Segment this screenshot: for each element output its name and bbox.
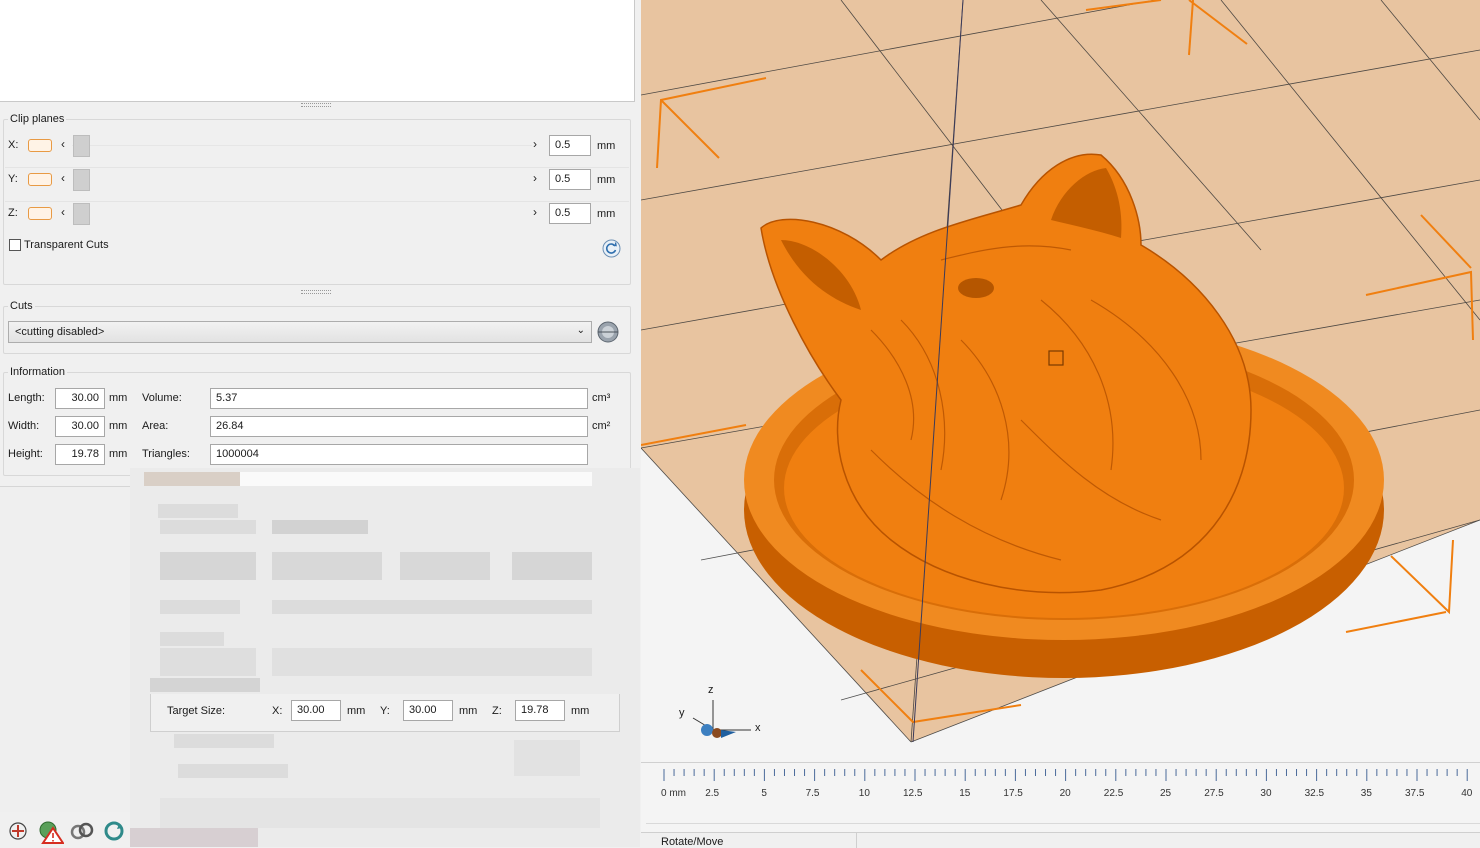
ruler-baseline [646, 823, 1480, 824]
ruler-label: 20 [1059, 788, 1071, 799]
target-y-label: Y: [380, 705, 390, 717]
axis-y-label: y [679, 707, 685, 719]
transparent-cuts-checkbox[interactable] [9, 239, 21, 251]
ruler-label: 32.5 [1304, 788, 1325, 799]
clip-z-unit: mm [597, 208, 616, 220]
clip-planes-title: Clip planes [8, 113, 67, 125]
height-unit: mm [109, 448, 128, 460]
clip-y-unit: mm [597, 174, 616, 186]
area-unit: cm² [592, 420, 611, 432]
target-x-label: X: [272, 705, 283, 717]
axis-z-label: z [708, 684, 714, 696]
length-unit: mm [109, 392, 128, 404]
information-title: Information [8, 366, 68, 378]
ruler: 0 mm 2.5 5 7.5 10 12.5 15 17.5 20 22.5 25 27.5 30 32.… [641, 762, 1480, 832]
clip-x-toggle[interactable] [28, 139, 52, 152]
clip-z-slider-thumb[interactable] [73, 203, 90, 225]
ruler-label: 0 mm [661, 788, 686, 799]
clip-z-label: Z: [8, 207, 18, 219]
ruler-label: 30 [1260, 788, 1272, 799]
height-label: Height: [8, 448, 43, 460]
volume-label: Volume: [142, 392, 182, 404]
ruler-label: 15 [959, 788, 971, 799]
area-value: 26.84 [210, 416, 588, 437]
clip-x-right-arrow[interactable]: › [533, 137, 537, 151]
target-x-input[interactable]: 30.00 [291, 700, 341, 721]
splitter-grip[interactable] [301, 103, 331, 107]
ruler-label: 37.5 [1405, 788, 1425, 799]
cut-tool-icon[interactable] [596, 320, 620, 344]
ruler-ticks [663, 769, 1468, 781]
target-z-label: Z: [492, 705, 502, 717]
target-y-input[interactable]: 30.00 [403, 700, 453, 721]
object-list-area[interactable] [0, 0, 635, 102]
height-value: 19.78 [55, 444, 105, 465]
clip-x-unit: mm [597, 140, 616, 152]
status-mode: Rotate/Move [661, 836, 724, 848]
width-label: Width: [8, 420, 40, 432]
axis-x-label: x [755, 722, 761, 734]
cuts-dropdown-value: <cutting disabled> [15, 326, 105, 338]
clip-y-slider-thumb[interactable] [73, 169, 90, 191]
target-x-unit: mm [347, 705, 366, 717]
clip-z-input[interactable]: 0.5 [549, 203, 591, 224]
clip-x-label: X: [8, 139, 19, 151]
ruler-label: 2.5 [705, 788, 720, 799]
link-icon[interactable] [70, 820, 94, 842]
ruler-label: 5 [761, 788, 767, 799]
ruler-label: 27.5 [1204, 788, 1224, 799]
row-divider [5, 201, 629, 202]
clip-x-input[interactable]: 0.5 [549, 135, 591, 156]
ruler-label: 7.5 [805, 788, 820, 799]
ruler-label: 17.5 [1003, 788, 1023, 799]
clip-x-slider-thumb[interactable] [73, 135, 90, 157]
target-size-label: Target Size: [167, 705, 226, 717]
clip-y-right-arrow[interactable]: › [533, 171, 537, 185]
model-eye [958, 278, 994, 298]
clip-x-left-arrow[interactable]: ‹ [61, 137, 65, 151]
refresh-icon[interactable] [102, 820, 126, 842]
ruler-label: 25 [1160, 788, 1172, 799]
warning-icon[interactable] [38, 820, 64, 844]
build-plate-scene[interactable] [641, 0, 1480, 762]
length-value: 30.00 [55, 388, 105, 409]
clip-z-left-arrow[interactable]: ‹ [61, 205, 65, 219]
3d-viewport[interactable]: z y x [641, 0, 1480, 762]
target-z-input[interactable]: 19.78 [515, 700, 565, 721]
clip-y-left-arrow[interactable]: ‹ [61, 171, 65, 185]
width-unit: mm [109, 420, 128, 432]
ruler-label: 12.5 [903, 788, 923, 799]
clip-y-input[interactable]: 0.5 [549, 169, 591, 190]
triangles-value: 1000004 [210, 444, 588, 465]
row-divider [5, 167, 629, 168]
chevron-down-icon: ⌄ [576, 325, 585, 336]
target-z-unit: mm [571, 705, 590, 717]
area-label: Area: [142, 420, 169, 432]
triangles-label: Triangles: [142, 448, 190, 460]
splitter-grip[interactable] [301, 290, 331, 294]
ruler-label: 22.5 [1103, 788, 1124, 799]
scale-dialog-blurred [130, 468, 640, 847]
target-y-unit: mm [459, 705, 478, 717]
ruler-label: 40 [1461, 788, 1473, 799]
ruler-label: 10 [858, 788, 870, 799]
volume-unit: cm³ [592, 392, 611, 404]
reset-clip-icon[interactable] [602, 239, 621, 258]
status-divider [856, 833, 857, 848]
status-bar: Rotate/Move [641, 832, 1480, 848]
clip-y-toggle[interactable] [28, 173, 52, 186]
volume-value: 5.37 [210, 388, 588, 409]
cuts-dropdown[interactable]: <cutting disabled> ⌄ [8, 321, 592, 343]
length-label: Length: [8, 392, 45, 404]
clip-x-track[interactable] [72, 145, 532, 146]
clip-y-label: Y: [8, 173, 18, 185]
lower-left-area [0, 486, 130, 812]
clip-z-right-arrow[interactable]: › [533, 205, 537, 219]
transparent-cuts-label: Transparent Cuts [24, 239, 109, 251]
ruler-label: 35 [1360, 788, 1372, 799]
cuts-title: Cuts [8, 300, 35, 312]
width-value: 30.00 [55, 416, 105, 437]
clip-z-toggle[interactable] [28, 207, 52, 220]
add-icon[interactable] [6, 820, 30, 842]
